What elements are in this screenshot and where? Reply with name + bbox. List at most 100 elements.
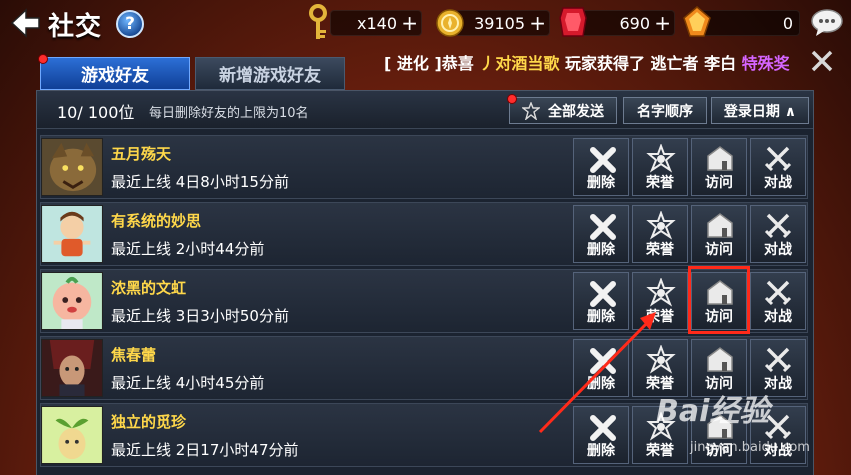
avatar-werewolf bbox=[41, 138, 103, 196]
crossed-swords-icon bbox=[764, 146, 792, 172]
sort-by-name-button[interactable]: 名字顺序 bbox=[623, 97, 707, 124]
honor-label: 荣誉 bbox=[646, 242, 674, 258]
friend-name: 浓黑的文虹 bbox=[111, 279, 187, 297]
honor-button[interactable]: 荣誉 bbox=[632, 138, 688, 196]
battle-button[interactable]: 对战 bbox=[750, 138, 806, 196]
send-all-label: 全部发送 bbox=[548, 103, 604, 120]
watermark: Bai经验 bbox=[656, 394, 770, 429]
panel-header: 10/ 100位 每日删除好友的上限为10名 全部发送 名字顺序 登录日期 ∧ bbox=[37, 91, 813, 129]
honor-emblem-icon bbox=[646, 278, 676, 307]
emblem-icon bbox=[522, 101, 540, 120]
add-key-button[interactable]: + bbox=[401, 11, 418, 35]
page-title: 社交 bbox=[48, 12, 103, 42]
delete-button[interactable]: 删除 bbox=[573, 339, 629, 397]
help-icon[interactable]: ? bbox=[116, 10, 144, 38]
watermark-url: jingyan.baidu.com bbox=[690, 440, 810, 455]
back-arrow-icon[interactable] bbox=[8, 6, 42, 40]
sort-by-login-button[interactable]: 登录日期 ∧ bbox=[711, 97, 809, 124]
delete-button[interactable]: 删除 bbox=[573, 205, 629, 263]
house-icon bbox=[707, 280, 733, 305]
delete-limit-note: 每日删除好友的上限为10名 bbox=[149, 106, 309, 121]
delete-x-icon bbox=[590, 281, 616, 307]
key-icon bbox=[309, 4, 327, 39]
ticker-reward: 特殊奖 bbox=[741, 54, 790, 73]
house-icon bbox=[707, 146, 733, 171]
honor-emblem-icon bbox=[646, 211, 676, 240]
visit-label: 访问 bbox=[705, 175, 733, 191]
honor-emblem-icon bbox=[646, 144, 676, 173]
delete-x-icon bbox=[590, 348, 616, 374]
announcement-ticker: [ 进化 ]恭喜 丿对酒当歌 玩家获得了 逃亡者 李白 特殊奖 bbox=[384, 47, 808, 75]
gem-resource: 690 + bbox=[575, 10, 675, 36]
key-resource: x140 + bbox=[330, 10, 422, 36]
avatar-boy bbox=[41, 205, 103, 263]
honor-button[interactable]: 荣誉 bbox=[632, 272, 688, 330]
last-online: 最近上线 4日8小时15分前 bbox=[111, 173, 289, 191]
battle-button[interactable]: 对战 bbox=[750, 272, 806, 330]
honor-label: 荣誉 bbox=[646, 309, 674, 325]
tab-new-game-friends[interactable]: 新增游戏好友 bbox=[195, 57, 345, 90]
delete-label: 删除 bbox=[587, 242, 615, 258]
crossed-swords-icon bbox=[764, 280, 792, 306]
ticker-tag: [ 进化 ] bbox=[384, 54, 442, 73]
delete-label: 删除 bbox=[587, 443, 615, 459]
battle-button[interactable]: 对战 bbox=[750, 205, 806, 263]
crossed-swords-icon bbox=[764, 213, 792, 239]
red-gem-icon bbox=[559, 7, 587, 37]
last-online: 最近上线 2小时44分前 bbox=[111, 240, 265, 258]
avatar-warrior bbox=[41, 339, 103, 397]
add-gem-button[interactable]: + bbox=[654, 11, 671, 35]
crossed-swords-icon bbox=[764, 347, 792, 373]
top-bar: 社交 ? x140 + 39105 + 690 + 0 bbox=[0, 0, 851, 50]
house-icon bbox=[707, 213, 733, 238]
battle-label: 对战 bbox=[764, 242, 792, 258]
visit-button[interactable]: 访问 bbox=[691, 272, 747, 330]
delete-label: 删除 bbox=[587, 376, 615, 392]
ticker-text-2: 玩家获得了 逃亡者 李白 bbox=[559, 54, 742, 73]
friend-name: 焦春蕾 bbox=[111, 346, 157, 364]
battle-label: 对战 bbox=[764, 309, 792, 325]
last-online: 最近上线 3日3小时50分前 bbox=[111, 307, 289, 325]
visit-label: 访问 bbox=[705, 309, 733, 325]
visit-label: 访问 bbox=[705, 242, 733, 258]
honor-emblem-icon bbox=[646, 345, 676, 374]
send-all-button[interactable]: 全部发送 bbox=[509, 97, 617, 124]
honor-label: 荣誉 bbox=[646, 175, 674, 191]
honor-label: 荣誉 bbox=[646, 443, 674, 459]
battle-label: 对战 bbox=[764, 175, 792, 191]
add-gold-button[interactable]: + bbox=[529, 11, 546, 35]
notification-dot bbox=[38, 54, 48, 64]
send-all-notification-dot bbox=[507, 94, 517, 104]
honor-button[interactable]: 荣誉 bbox=[632, 205, 688, 263]
avatar-peach bbox=[41, 272, 103, 330]
crystal-count: 0 bbox=[782, 14, 793, 33]
gem-count: 690 bbox=[619, 14, 650, 33]
friend-name: 五月殇天 bbox=[111, 145, 172, 163]
last-online: 最近上线 4小时45分前 bbox=[111, 374, 265, 392]
delete-button[interactable]: 删除 bbox=[573, 272, 629, 330]
orange-crystal-icon bbox=[683, 6, 711, 37]
gold-count: 39105 bbox=[474, 14, 525, 33]
visit-button[interactable]: 访问 bbox=[691, 205, 747, 263]
delete-x-icon bbox=[590, 147, 616, 173]
gold-coin-icon bbox=[436, 9, 464, 37]
visit-button[interactable]: 访问 bbox=[691, 138, 747, 196]
delete-x-icon bbox=[590, 214, 616, 240]
last-online: 最近上线 2日17小时47分前 bbox=[111, 441, 299, 459]
friend-name: 独立的觅珍 bbox=[111, 413, 187, 431]
delete-label: 删除 bbox=[587, 309, 615, 325]
delete-button[interactable]: 删除 bbox=[573, 138, 629, 196]
tab-game-friends[interactable]: 游戏好友 bbox=[40, 57, 190, 90]
gold-resource: 39105 + bbox=[455, 10, 550, 36]
house-icon bbox=[707, 347, 733, 372]
chat-bubble-icon[interactable] bbox=[810, 8, 844, 38]
delete-label: 删除 bbox=[587, 175, 615, 191]
close-icon[interactable] bbox=[810, 49, 834, 73]
delete-button[interactable]: 删除 bbox=[573, 406, 629, 464]
avatar-sprout bbox=[41, 406, 103, 464]
friend-count: 10/ 100位 bbox=[57, 103, 135, 122]
friend-name: 有系统的妙思 bbox=[111, 212, 202, 230]
ticker-player-name: 丿对酒当歌 bbox=[479, 54, 560, 73]
key-count: x140 bbox=[356, 14, 397, 33]
delete-x-icon bbox=[590, 415, 616, 441]
